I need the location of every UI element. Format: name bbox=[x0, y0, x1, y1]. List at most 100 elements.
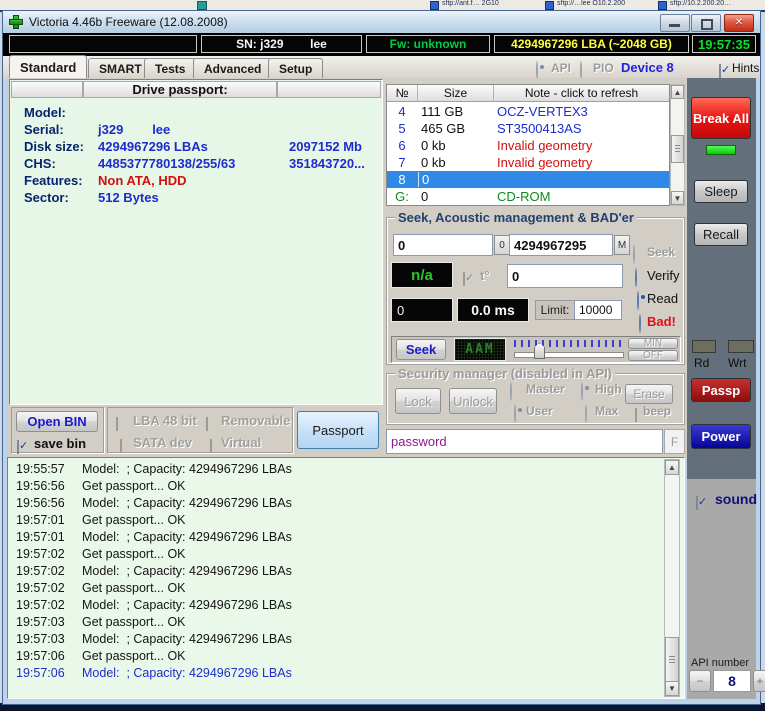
password-f-button[interactable]: F bbox=[664, 429, 685, 454]
col-header-no[interactable]: № bbox=[387, 85, 418, 102]
tab-setup[interactable]: Setup bbox=[268, 58, 323, 78]
tab-smart[interactable]: SMART bbox=[88, 58, 153, 78]
aam-min-button[interactable]: MIN bbox=[628, 338, 678, 349]
user-radio[interactable] bbox=[514, 404, 516, 423]
log-message: Get passport... OK bbox=[82, 581, 186, 595]
seek-mode-radio[interactable] bbox=[633, 245, 635, 264]
maximize-button[interactable] bbox=[691, 14, 721, 32]
background-tab: sftp://10.2.200.20… bbox=[670, 0, 731, 8]
position-input[interactable]: 0 bbox=[507, 264, 623, 288]
table-row[interactable]: G:0CD-ROM bbox=[387, 188, 669, 205]
lba-from-button[interactable]: 0 bbox=[494, 235, 510, 255]
passport-header-title[interactable]: Drive passport: bbox=[83, 81, 277, 98]
max-radio[interactable] bbox=[585, 404, 587, 423]
limit-input[interactable]: 10000 bbox=[574, 300, 622, 320]
device-label: Device 8 bbox=[621, 60, 674, 75]
read-mode-radio[interactable] bbox=[637, 291, 639, 310]
lba-to-input[interactable]: 4294967295 bbox=[509, 234, 613, 256]
temperature-display: n/a bbox=[391, 262, 453, 288]
power-button[interactable]: Power bbox=[691, 424, 751, 449]
minimize-button[interactable] bbox=[660, 14, 690, 32]
background-tab: sftp://…lee O10.2.200 bbox=[557, 0, 625, 8]
sound-checkbox[interactable] bbox=[696, 496, 698, 510]
log-entry: 19:57:02 Model: ; Capacity: 4294967296 L… bbox=[8, 564, 658, 581]
bad-mode-radio[interactable] bbox=[639, 314, 641, 333]
aam-off-button[interactable]: OFF bbox=[628, 350, 678, 361]
log-time: 19:56:56 bbox=[16, 479, 65, 493]
table-row[interactable]: 4111 GBOCZ-VERTEX3 bbox=[387, 103, 669, 120]
seek-strip: Seek AAM MIN OFF bbox=[391, 336, 681, 363]
passport-header-cell[interactable] bbox=[11, 81, 83, 98]
lba-box: 4294967296 LBA (~2048 GB) bbox=[494, 35, 689, 53]
log-entry: 19:57:02 Model: ; Capacity: 4294967296 L… bbox=[8, 598, 658, 615]
lock-button[interactable]: Lock bbox=[395, 388, 441, 414]
tab-standard[interactable]: Standard bbox=[9, 55, 87, 78]
status-led bbox=[706, 145, 736, 155]
erase-button[interactable]: Erase bbox=[625, 384, 673, 404]
screen: { "colors": { "selected_row": "#2e8ae6",… bbox=[0, 0, 765, 711]
log-entry: 19:57:06 Get passport... OK bbox=[8, 649, 658, 666]
scrollbar-thumb[interactable] bbox=[671, 135, 684, 163]
features-value: Non ATA, HDD bbox=[98, 173, 187, 188]
lba48-checkbox[interactable] bbox=[116, 417, 118, 431]
log-time: 19:57:02 bbox=[16, 564, 65, 578]
table-row[interactable]: 5465 GBST3500413AS bbox=[387, 120, 669, 137]
table-row[interactable]: 70 kbInvalid geometry bbox=[387, 154, 669, 171]
verify-mode-radio[interactable] bbox=[635, 268, 637, 287]
tab-tests[interactable]: Tests bbox=[144, 58, 196, 78]
log-time: 19:56:56 bbox=[16, 496, 65, 510]
seek-group-title: Seek, Acoustic management & BAD'er bbox=[395, 210, 637, 225]
table-row[interactable]: 60 kbInvalid geometry bbox=[387, 137, 669, 154]
log-entry: 19:56:56 Model: ; Capacity: 4294967296 L… bbox=[8, 496, 658, 513]
col-header-note[interactable]: Note - click to refresh bbox=[494, 85, 669, 102]
break-all-button[interactable]: Break All bbox=[691, 97, 751, 139]
limit-label: Limit: bbox=[535, 300, 575, 320]
titlebar[interactable]: Victoria 4.46b Freeware (12.08.2008) ✕ bbox=[3, 11, 760, 34]
master-radio[interactable] bbox=[510, 382, 512, 401]
scroll-up-icon[interactable]: ▲ bbox=[665, 460, 679, 475]
beep-checkbox[interactable] bbox=[635, 408, 637, 422]
close-button[interactable]: ✕ bbox=[724, 14, 754, 32]
scroll-down-icon[interactable]: ▼ bbox=[665, 681, 679, 696]
scroll-down-icon[interactable]: ▼ bbox=[671, 191, 684, 205]
recall-button[interactable]: Recall bbox=[694, 223, 748, 246]
lba-from-input[interactable]: 0 bbox=[393, 234, 493, 256]
save-bin-checkbox[interactable] bbox=[17, 440, 19, 454]
temperature-checkbox[interactable] bbox=[463, 272, 465, 286]
api-number-increment[interactable]: + bbox=[753, 670, 765, 692]
table-row-selected[interactable]: 80 bbox=[387, 171, 669, 188]
log-message: Model: ; Capacity: 4294967296 LBAs bbox=[82, 598, 292, 612]
tab-advanced[interactable]: Advanced bbox=[193, 58, 272, 78]
log-panel[interactable]: 19:55:57 Model: ; Capacity: 4294967296 L… bbox=[7, 457, 685, 699]
log-message: Model: ; Capacity: 4294967296 LBAs bbox=[82, 462, 292, 476]
lba-to-button[interactable]: M bbox=[614, 235, 630, 255]
hints-checkbox[interactable] bbox=[719, 64, 721, 78]
passp-button[interactable]: Passp bbox=[691, 378, 751, 402]
drive-passport-panel: Drive passport: Model: Serial: j329 lee … bbox=[9, 79, 383, 405]
disksize-value: 4294967296 LBAs bbox=[98, 139, 208, 154]
sleep-button[interactable]: Sleep bbox=[694, 180, 748, 203]
scrollbar-thumb[interactable] bbox=[665, 637, 679, 683]
scroll-up-icon[interactable]: ▲ bbox=[671, 85, 684, 99]
sata-checkbox[interactable] bbox=[120, 439, 122, 453]
log-message: Get passport... OK bbox=[82, 513, 186, 527]
api-number-decrement[interactable]: − bbox=[689, 670, 711, 692]
seek-button[interactable]: Seek bbox=[396, 339, 446, 360]
log-scrollbar[interactable]: ▲ ▼ bbox=[664, 459, 680, 697]
aam-slider-track[interactable] bbox=[514, 352, 624, 358]
drive-list-scrollbar[interactable]: ▲ ▼ bbox=[670, 84, 685, 206]
col-header-size[interactable]: Size bbox=[418, 85, 494, 102]
high-radio[interactable] bbox=[581, 382, 583, 401]
bad-mode-label: Bad! bbox=[647, 314, 676, 329]
unlock-button[interactable]: Unlock bbox=[449, 388, 497, 414]
password-input[interactable]: password bbox=[386, 429, 663, 454]
folder-icon bbox=[545, 1, 554, 10]
seek-acoustic-group: Seek, Acoustic management & BAD'er 0 0 4… bbox=[386, 217, 685, 365]
removable-checkbox[interactable] bbox=[206, 417, 208, 431]
open-bin-button[interactable]: Open BIN bbox=[16, 411, 98, 432]
security-group-title: Security manager (disabled in API) bbox=[395, 366, 615, 381]
virtual-checkbox[interactable] bbox=[210, 439, 212, 453]
api-number-value[interactable]: 8 bbox=[713, 670, 751, 692]
passport-button[interactable]: Passport bbox=[297, 411, 379, 449]
passport-header-cell[interactable] bbox=[277, 81, 381, 98]
